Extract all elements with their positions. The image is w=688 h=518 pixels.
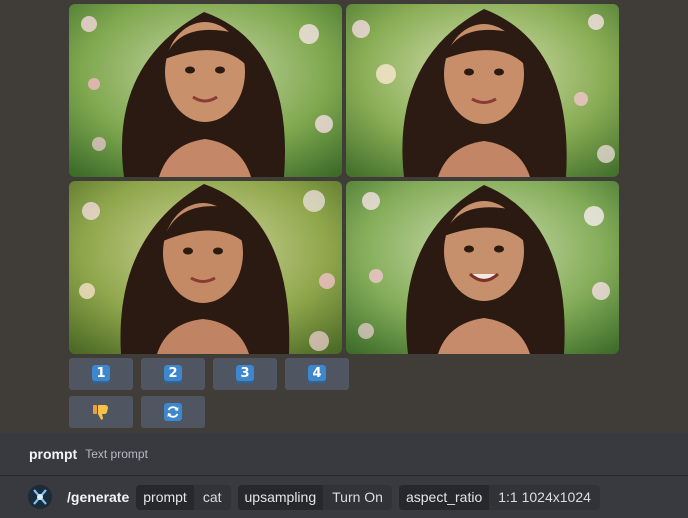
active-option-name: prompt (29, 446, 78, 462)
select-image-3-button[interactable]: 3 (213, 358, 277, 390)
image-tile-1[interactable] (69, 4, 342, 177)
keycap-3: 3 (236, 365, 254, 383)
chat-stage: 1 2 3 4 prompt Text prompt /generate pro… (0, 0, 688, 518)
portrait-image-1 (69, 4, 342, 177)
option-key: prompt (136, 484, 194, 510)
option-value[interactable]: 1:1 1024x1024 (489, 484, 600, 510)
option-key: upsampling (237, 484, 324, 510)
regenerate-button[interactable] (141, 396, 205, 428)
portrait-image-2 (346, 4, 619, 177)
select-image-2-button[interactable]: 2 (141, 358, 205, 390)
option-hint-bar: prompt Text prompt (0, 433, 688, 476)
keycap-1: 1 (92, 365, 110, 383)
image-tile-2[interactable] (346, 4, 619, 177)
keycap-4: 4 (308, 365, 326, 383)
option-chip-aspect-ratio[interactable]: aspect_ratio 1:1 1024x1024 (398, 484, 600, 510)
option-value[interactable]: Turn On (323, 484, 392, 510)
command-composer: prompt Text prompt /generate prompt cat … (0, 433, 688, 518)
active-option-description: Text prompt (85, 447, 148, 461)
portrait-image-4 (346, 181, 619, 354)
keycap-2: 2 (164, 365, 182, 383)
command-input[interactable]: /generate prompt cat upsampling Turn On … (0, 476, 688, 518)
select-image-1-button[interactable]: 1 (69, 358, 133, 390)
option-key: aspect_ratio (398, 484, 490, 510)
option-value[interactable]: cat (193, 484, 231, 510)
action-button-row (69, 396, 205, 428)
select-image-4-button[interactable]: 4 (285, 358, 349, 390)
image-tile-3[interactable] (69, 181, 342, 354)
slash-command-name: /generate (67, 489, 130, 505)
bot-avatar (28, 485, 52, 509)
image-grid (69, 4, 619, 354)
thumbs-down-icon (92, 403, 110, 421)
portrait-image-3 (69, 181, 342, 354)
bot-logo-icon (28, 485, 52, 509)
option-chip-prompt[interactable]: prompt cat (136, 484, 231, 510)
dislike-button[interactable] (69, 396, 133, 428)
image-tile-4[interactable] (346, 181, 619, 354)
option-chip-upsampling[interactable]: upsampling Turn On (237, 484, 392, 510)
refresh-icon (164, 403, 182, 421)
select-button-row: 1 2 3 4 (69, 358, 349, 390)
